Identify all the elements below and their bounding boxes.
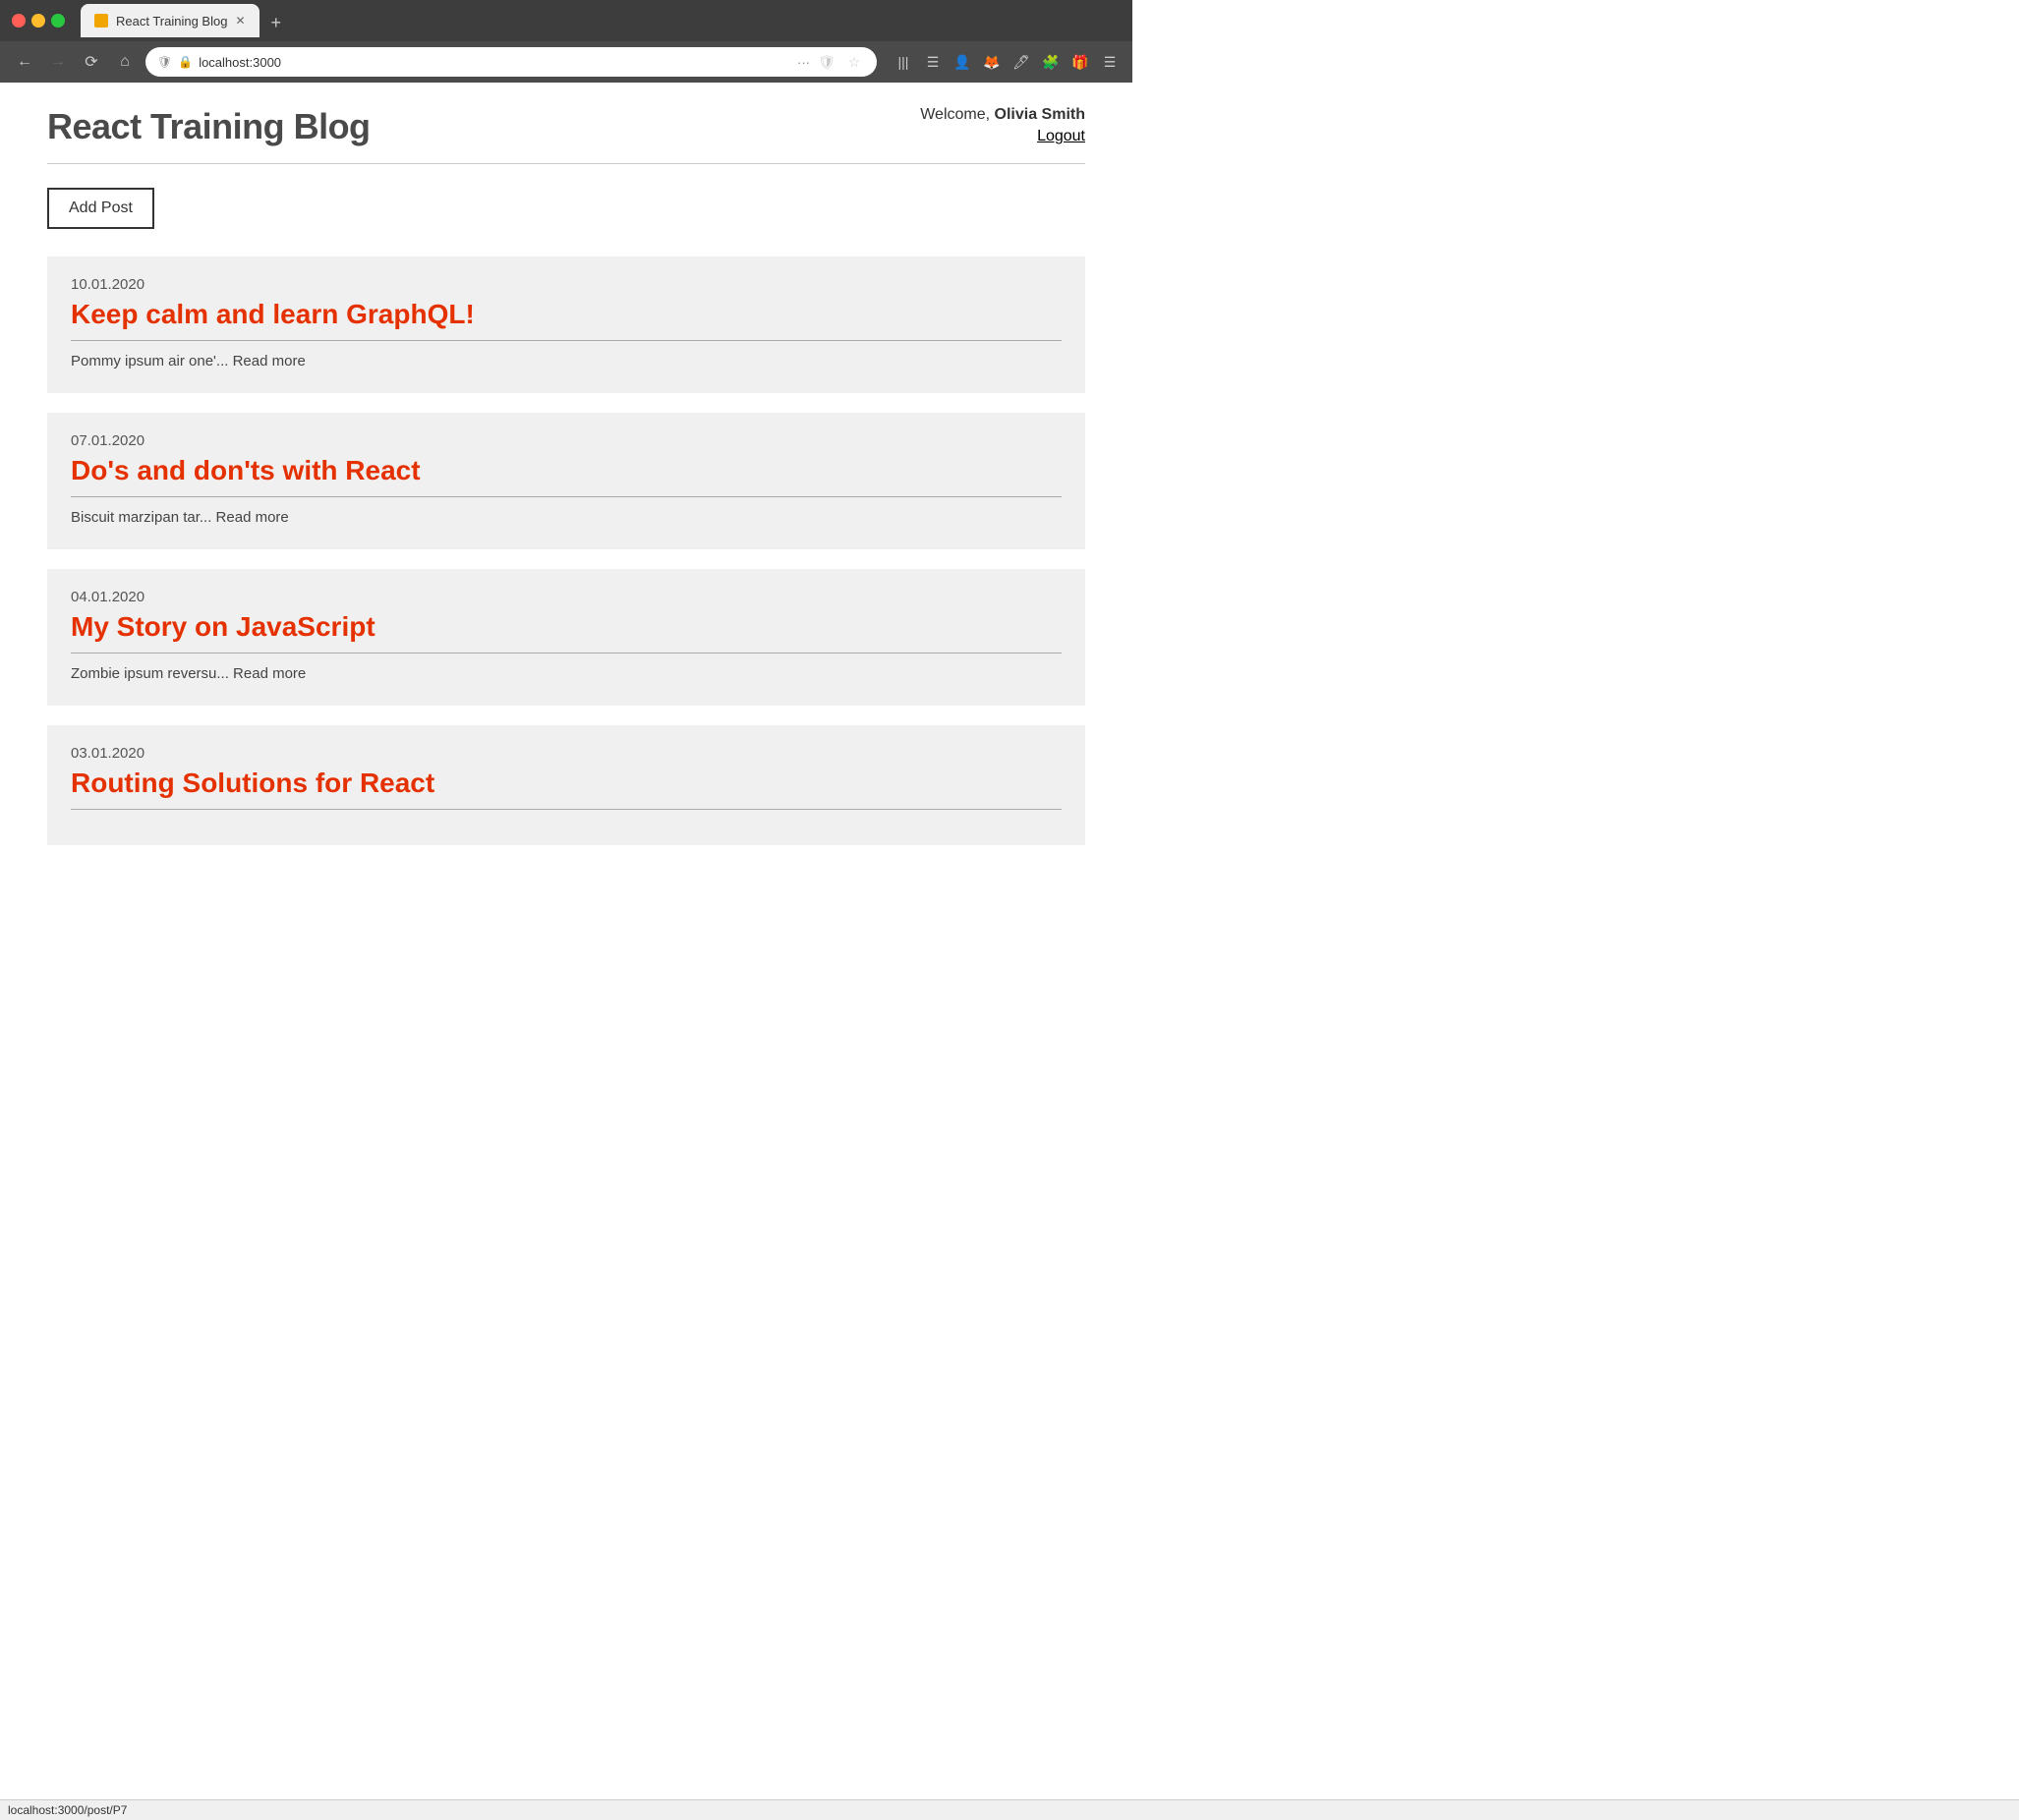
browser-toolbar-icons: ||| ☰ 👤 🦊 🖊 🧩 🎁 ☰: [893, 51, 1121, 73]
post-date: 04.01.2020: [71, 589, 1062, 605]
active-tab[interactable]: React Training Blog ✕: [81, 4, 260, 37]
close-button[interactable]: [12, 14, 26, 28]
post-date: 10.01.2020: [71, 276, 1062, 293]
post-excerpt: Pommy ipsum air one'... Read more: [71, 353, 1062, 370]
user-section: Welcome, Olivia Smith Logout: [920, 106, 1085, 145]
minimize-button[interactable]: [31, 14, 45, 28]
more-options-icon[interactable]: ···: [797, 55, 810, 70]
status-url: localhost:3000/post/P7: [8, 1803, 127, 1817]
browser-toolbar: ← → ⟳ ⌂ 🛡 🔒 localhost:3000 ··· 🛡 ☆ ||| ☰…: [0, 41, 1132, 83]
welcome-text: Welcome, Olivia Smith: [920, 106, 1085, 124]
gift-icon[interactable]: 🎁: [1069, 51, 1091, 73]
page-content: React Training Blog Welcome, Olivia Smit…: [0, 83, 1132, 912]
address-bar[interactable]: 🛡 🔒 localhost:3000 ··· 🛡 ☆: [145, 47, 877, 77]
blog-post: 03.01.2020 Routing Solutions for React: [47, 725, 1085, 845]
post-title-link[interactable]: My Story on JavaScript: [71, 611, 1062, 654]
site-title: React Training Blog: [47, 106, 371, 147]
post-date: 07.01.2020: [71, 432, 1062, 449]
add-post-button[interactable]: Add Post: [47, 188, 154, 229]
browser-titlebar: React Training Blog ✕ +: [0, 0, 1132, 41]
menu-icon[interactable]: ☰: [1099, 51, 1121, 73]
blog-post: 10.01.2020 Keep calm and learn GraphQL! …: [47, 256, 1085, 393]
account-icon[interactable]: 👤: [952, 51, 973, 73]
home-button[interactable]: ⌂: [112, 49, 138, 75]
star-icon[interactable]: ☆: [843, 51, 865, 73]
tab-bar: React Training Blog ✕ +: [81, 4, 291, 37]
post-excerpt: Zombie ipsum reversu... Read more: [71, 665, 1062, 682]
post-title-link[interactable]: Keep calm and learn GraphQL!: [71, 299, 1062, 341]
tab-close-icon[interactable]: ✕: [235, 14, 245, 28]
shield-icon: 🛡: [157, 55, 172, 69]
site-header: React Training Blog Welcome, Olivia Smit…: [47, 106, 1085, 164]
blog-post: 07.01.2020 Do's and don'ts with React Bi…: [47, 413, 1085, 549]
back-button[interactable]: ←: [12, 49, 37, 75]
status-bar: localhost:3000/post/P7: [0, 1799, 2019, 1820]
forward-button[interactable]: →: [45, 49, 71, 75]
browser-chrome: React Training Blog ✕ + ← → ⟳ ⌂ 🛡 🔒 loca…: [0, 0, 1132, 83]
lock-icon: 🔒: [178, 55, 193, 69]
post-title-link[interactable]: Do's and don'ts with React: [71, 455, 1062, 497]
url-display: localhost:3000: [199, 55, 791, 70]
user-name: Olivia Smith: [995, 106, 1085, 123]
blog-posts-list: 10.01.2020 Keep calm and learn GraphQL! …: [47, 256, 1085, 845]
extensions-icon[interactable]: 🧩: [1040, 51, 1062, 73]
library-icon[interactable]: |||: [893, 51, 914, 73]
post-excerpt: Biscuit marzipan tar... Read more: [71, 509, 1062, 526]
post-title-link[interactable]: Routing Solutions for React: [71, 768, 1062, 810]
bookmark-shield-icon[interactable]: 🛡: [816, 51, 837, 73]
logout-link[interactable]: Logout: [1037, 128, 1085, 144]
reader-icon[interactable]: ☰: [922, 51, 944, 73]
post-date: 03.01.2020: [71, 745, 1062, 762]
reload-button[interactable]: ⟳: [79, 49, 104, 75]
firefox-icon[interactable]: 🦊: [981, 51, 1003, 73]
tab-title: React Training Blog: [116, 14, 227, 28]
welcome-label: Welcome,: [920, 106, 990, 123]
maximize-button[interactable]: [51, 14, 65, 28]
traffic-lights: [12, 14, 65, 28]
new-tab-button[interactable]: +: [261, 8, 292, 37]
blog-post: 04.01.2020 My Story on JavaScript Zombie…: [47, 569, 1085, 706]
tab-favicon: [94, 14, 108, 28]
eyedropper-icon[interactable]: 🖊: [1010, 51, 1032, 73]
